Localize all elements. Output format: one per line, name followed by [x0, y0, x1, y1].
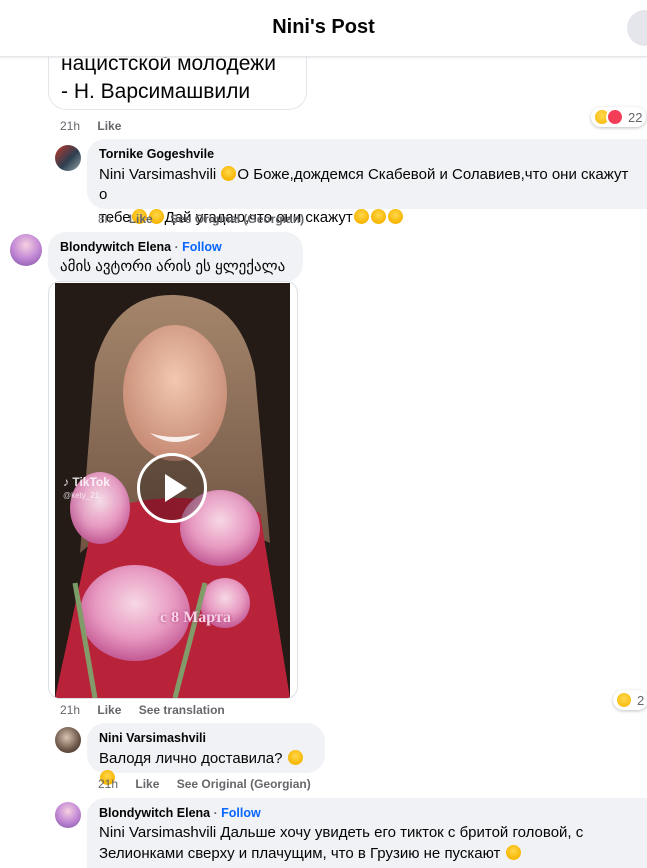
comment-meta: 21h Like See translation: [60, 703, 239, 717]
comment-time: 21h: [60, 119, 81, 133]
heart-icon: [606, 108, 624, 126]
comment-text-part: Зелионками сверху и плачущим, что в Груз…: [99, 845, 501, 862]
comment-text-line: - Н. Варсимашвили: [61, 80, 251, 103]
avatar[interactable]: [10, 234, 42, 266]
video-attachment[interactable]: ♪ TikTok @kety_21 с 8 Марта: [48, 281, 298, 699]
comment-author[interactable]: Blondywitch Elena: [99, 806, 210, 820]
separator-dot: ·: [174, 240, 179, 254]
comment-text-part: Дальше хочу увидеть его тикток с бритой …: [220, 824, 584, 841]
comment-meta: 8h Like See Original (Georgian): [98, 212, 318, 226]
comment-bubble: Nini Varsimashvili Валодя лично доставил…: [87, 723, 325, 785]
see-original-button[interactable]: See Original (Georgian): [177, 777, 311, 791]
comment-author-row: Blondywitch Elena · Follow: [60, 239, 291, 255]
video-overlay-text: с 8 Марта: [160, 609, 231, 626]
avatar[interactable]: [55, 802, 81, 828]
laugh-emoji-icon: [387, 209, 403, 224]
laugh-emoji-icon: [221, 166, 237, 181]
mention-link[interactable]: Nini Varsimashvili: [99, 166, 216, 183]
comment-author[interactable]: Tornike Gogeshvile: [99, 146, 635, 162]
see-original-button[interactable]: See Original (Georgian): [170, 212, 304, 226]
tiktok-icon: ♪ TikTok: [63, 475, 110, 489]
comment-text: Nini Varsimashvili О Боже,дождемся Скабе…: [99, 165, 635, 205]
comment-time: 21h: [98, 777, 119, 791]
like-button[interactable]: Like: [135, 777, 159, 791]
like-button[interactable]: Like: [129, 212, 153, 226]
comment-text: Зелионками сверху и плачущим, что в Груз…: [99, 844, 635, 864]
post-header: Nini's Post: [0, 0, 647, 57]
play-button[interactable]: [137, 453, 207, 523]
avatar[interactable]: [55, 145, 81, 171]
reaction-count: 22: [628, 109, 643, 125]
smiling-emoji-icon: [505, 845, 521, 860]
laugh-emoji-icon: [370, 209, 386, 224]
like-button[interactable]: Like: [97, 119, 121, 133]
comment-bubble: Tornike Gogeshvile Nini Varsimashvili О …: [87, 139, 647, 226]
comment-meta: 21h Like: [60, 119, 135, 133]
crying-emoji-icon: [287, 750, 303, 765]
post-title: Nini's Post: [272, 16, 375, 38]
follow-button[interactable]: Follow: [221, 806, 261, 820]
comment-text: ამის ავტორი არის ეს ყლექალა: [60, 258, 286, 275]
comment-author-row: Blondywitch Elena · Follow: [99, 805, 635, 821]
comment-text-part: Валодя лично доставила?: [99, 750, 283, 767]
play-icon: [165, 474, 187, 502]
mention-link[interactable]: Nini Varsimashvili: [99, 824, 216, 841]
like-button[interactable]: Like: [97, 703, 121, 717]
comment-author[interactable]: Blondywitch Elena: [60, 240, 171, 254]
comment-text: Nini Varsimashvili Дальше хочу увидеть е…: [99, 823, 635, 843]
laugh-emoji-icon: [353, 209, 369, 224]
comment-author[interactable]: Nini Varsimashvili: [99, 730, 313, 746]
laugh-emoji-icon: [615, 691, 633, 709]
avatar[interactable]: [55, 727, 81, 753]
reaction-summary[interactable]: 2: [613, 690, 647, 710]
see-translation-button[interactable]: See translation: [139, 703, 225, 717]
comment-bubble: Blondywitch Elena · Follow ამის ავტორი ა…: [48, 232, 303, 282]
comment-meta: 21h Like See Original (Georgian): [98, 777, 325, 791]
follow-button[interactable]: Follow: [182, 240, 222, 254]
comment-time: 21h: [60, 703, 81, 717]
comment-bubble: Blondywitch Elena · Follow Nini Varsimas…: [87, 798, 647, 868]
tiktok-label: TikTok: [72, 475, 110, 489]
reaction-count: 2: [637, 692, 645, 708]
tiktok-handle: @kety_21: [63, 491, 100, 500]
comment-time: 8h: [98, 212, 112, 226]
reaction-summary[interactable]: 22: [591, 107, 647, 127]
separator-dot: ·: [213, 806, 218, 820]
